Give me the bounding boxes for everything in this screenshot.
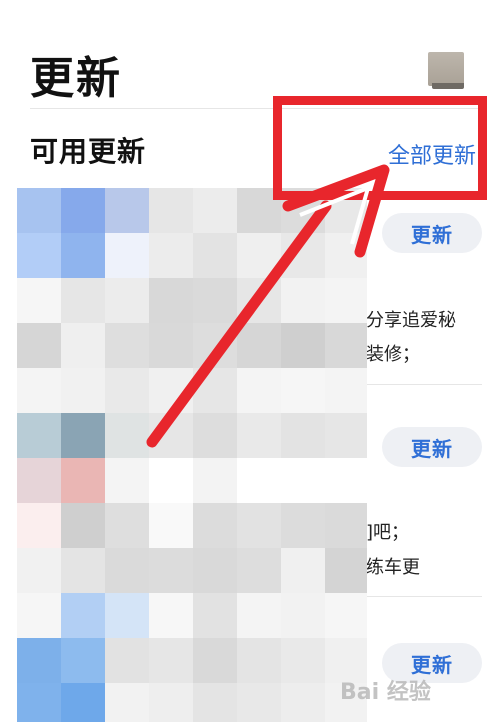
annotation-arrow: [146, 164, 390, 448]
watermark: Bai 经验: [340, 680, 431, 705]
